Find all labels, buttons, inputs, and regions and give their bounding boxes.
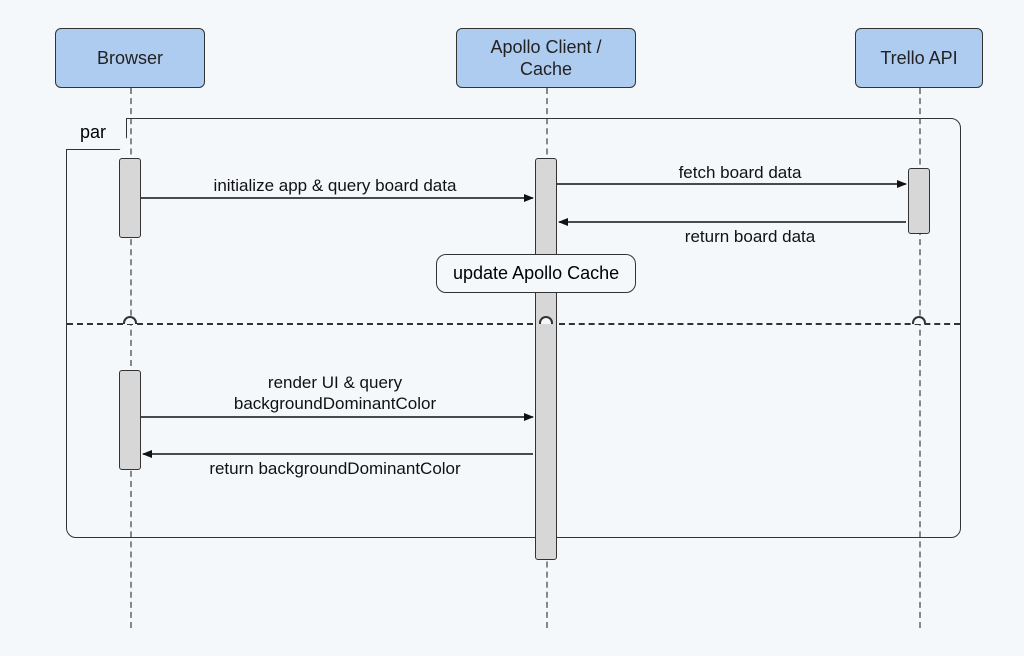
participant-label: Apollo Client / Cache [467, 36, 625, 81]
activation-trello [908, 168, 930, 234]
activation-apollo [535, 158, 557, 560]
activation-browser-2 [119, 370, 141, 470]
note-update-cache: update Apollo Cache [436, 254, 636, 293]
par-fragment: par [66, 118, 961, 538]
par-divider-right [559, 323, 960, 325]
participant-apollo: Apollo Client / Cache [456, 28, 636, 88]
activation-browser-1 [119, 158, 141, 238]
participant-trello: Trello API [855, 28, 983, 88]
sequence-diagram: Browser Apollo Client / Cache Trello API… [0, 0, 1024, 656]
participant-label: Trello API [880, 47, 957, 70]
hump-browser [123, 316, 137, 324]
note-text: update Apollo Cache [453, 263, 619, 283]
hump-apollo [539, 316, 553, 324]
par-fragment-label: par [66, 118, 127, 150]
hump-trello [912, 316, 926, 324]
participant-browser: Browser [55, 28, 205, 88]
participant-label: Browser [97, 47, 163, 70]
fragment-label-text: par [80, 122, 106, 142]
